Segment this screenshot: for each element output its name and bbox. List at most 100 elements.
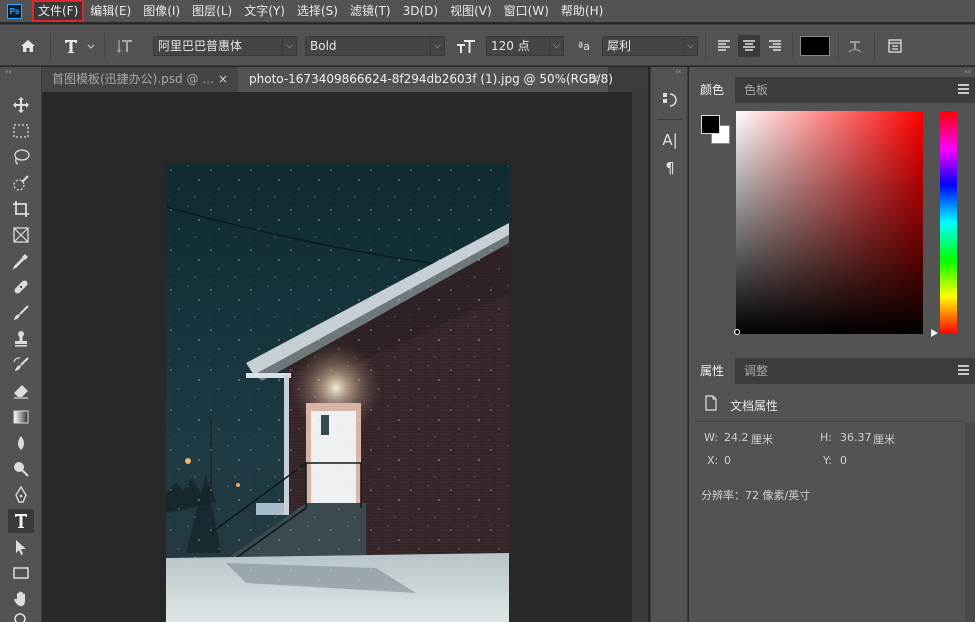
- menu-edit[interactable]: 编辑(E): [84, 0, 137, 22]
- type-tool-preset-icon[interactable]: [60, 35, 98, 57]
- move-tool-icon[interactable]: [8, 93, 34, 117]
- width-value[interactable]: 24.2: [724, 431, 749, 444]
- eraser-tool-icon[interactable]: [8, 379, 34, 403]
- align-right-icon[interactable]: [764, 35, 786, 57]
- align-center-icon[interactable]: [738, 35, 760, 57]
- foreground-color-swatch[interactable]: [701, 115, 720, 134]
- collapsed-panels: ‹‹ A| ¶: [650, 67, 688, 622]
- antialias-icon: ªa: [578, 39, 590, 53]
- hue-slider-handle[interactable]: [931, 329, 938, 337]
- height-unit: 厘米: [873, 433, 895, 446]
- character-panel-icon[interactable]: [884, 35, 906, 57]
- tab-color[interactable]: 颜色: [689, 77, 736, 103]
- brush-tool-icon[interactable]: [8, 301, 34, 325]
- menu-type[interactable]: 文字(Y): [238, 0, 291, 22]
- path-selection-tool-icon[interactable]: [8, 535, 34, 559]
- tab-label: 首图模板(迅捷办公).psd @ ...: [52, 72, 214, 86]
- tab-photo-jpg[interactable]: photo-1673409866624-8f294db2603f (1).jpg…: [238, 67, 613, 92]
- collapse-arrows-icon[interactable]: ‹‹: [675, 67, 681, 76]
- collapse-arrows-icon[interactable]: ››: [5, 67, 11, 76]
- gradient-tool-icon[interactable]: [8, 405, 34, 429]
- antialias-select[interactable]: 犀利 ⌵: [602, 36, 698, 56]
- rectangle-tool-icon[interactable]: [8, 561, 34, 585]
- collapse-arrows-icon[interactable]: ‹‹: [965, 67, 971, 76]
- properties-title: 文档属性: [730, 399, 779, 413]
- font-size-value: 120 点: [491, 39, 530, 53]
- blur-tool-icon[interactable]: [8, 431, 34, 455]
- tab-template-psd[interactable]: 首图模板(迅捷办公).psd @ ...: [42, 67, 238, 92]
- lasso-tool-icon[interactable]: [8, 145, 34, 169]
- color-panel-tabs: 颜色 色板: [689, 77, 975, 103]
- zoom-tool-icon[interactable]: [8, 611, 34, 622]
- chevron-down-icon: ⌵: [282, 37, 296, 55]
- resolution-text: 分辨率：72 像素/英寸: [701, 489, 811, 502]
- font-size-field[interactable]: 120 点 ⌵: [486, 36, 564, 56]
- canvas-area[interactable]: [42, 92, 632, 622]
- height-label: H:: [820, 431, 832, 444]
- antialias-value: 犀利: [607, 39, 632, 53]
- hue-slider[interactable]: [940, 111, 957, 334]
- hand-tool-icon[interactable]: [8, 587, 34, 611]
- menu-filter[interactable]: 滤镜(T): [344, 0, 397, 22]
- clone-stamp-tool-icon[interactable]: [8, 327, 34, 351]
- frame-tool-icon[interactable]: [8, 223, 34, 247]
- chevron-down-icon: ⌵: [683, 37, 697, 55]
- menu-3d[interactable]: 3D(D): [397, 0, 444, 22]
- tab-swatches[interactable]: 色板: [733, 77, 779, 103]
- menu-view[interactable]: 视图(V): [444, 0, 498, 22]
- tools-panel: ››: [0, 67, 42, 622]
- document-tabs: 首图模板(迅捷办公).psd @ ... × photo-16734098666…: [42, 67, 648, 92]
- text-orientation-icon[interactable]: [114, 35, 136, 57]
- history-panel-icon[interactable]: [660, 89, 680, 111]
- properties-scrollbar[interactable]: [965, 422, 975, 622]
- chevron-down-icon: ⌵: [549, 37, 563, 55]
- quick-select-tool-icon[interactable]: [8, 171, 34, 195]
- document-image[interactable]: [166, 163, 509, 622]
- font-family-value: 阿里巴巴普惠体: [158, 39, 243, 53]
- tab-close-icon[interactable]: ×: [218, 67, 228, 92]
- character-icon[interactable]: A|: [660, 129, 680, 151]
- menu-image[interactable]: 图像(I): [137, 0, 186, 22]
- warp-text-icon[interactable]: [844, 35, 866, 57]
- crop-tool-icon[interactable]: [8, 197, 34, 221]
- options-bar: 阿里巴巴普惠体 ⌵ Bold ⌵ 120 点 ⌵ ªa 犀利 ⌵: [0, 24, 975, 66]
- menu-file[interactable]: 文件(F): [32, 0, 85, 22]
- x-label: X:: [707, 454, 719, 467]
- y-label: Y:: [823, 454, 832, 467]
- properties-panel-tabs: 属性 调整: [689, 358, 975, 384]
- y-value[interactable]: 0: [840, 454, 847, 467]
- menu-select[interactable]: 选择(S): [291, 0, 344, 22]
- healing-brush-tool-icon[interactable]: [8, 275, 34, 299]
- color-picker-field[interactable]: [736, 111, 923, 334]
- photoshop-logo: Ps: [7, 3, 22, 19]
- height-value[interactable]: 36.37: [840, 431, 872, 444]
- history-brush-tool-icon[interactable]: [8, 353, 34, 377]
- vertical-scrollbar[interactable]: [632, 92, 648, 622]
- menu-window[interactable]: 窗口(W): [498, 0, 555, 22]
- home-icon[interactable]: [17, 35, 39, 57]
- paragraph-icon[interactable]: ¶: [660, 157, 680, 179]
- pen-tool-icon[interactable]: [8, 483, 34, 507]
- text-color-swatch[interactable]: [800, 36, 830, 56]
- dodge-tool-icon[interactable]: [8, 457, 34, 481]
- document-icon: [701, 393, 721, 413]
- marquee-tool-icon[interactable]: [8, 119, 34, 143]
- chevron-down-icon: ⌵: [430, 37, 444, 55]
- font-style-value: Bold: [310, 39, 337, 53]
- font-style-select[interactable]: Bold ⌵: [305, 36, 445, 56]
- type-tool-icon[interactable]: [8, 509, 34, 533]
- align-left-icon[interactable]: [713, 35, 735, 57]
- panel-menu-icon[interactable]: [958, 84, 969, 94]
- menu-help[interactable]: 帮助(H): [555, 0, 609, 22]
- tab-adjustments[interactable]: 调整: [733, 358, 779, 384]
- tab-properties[interactable]: 属性: [689, 358, 736, 384]
- x-value[interactable]: 0: [724, 454, 731, 467]
- tab-close-icon[interactable]: ×: [590, 67, 600, 92]
- eyedropper-tool-icon[interactable]: [8, 249, 34, 273]
- panel-menu-icon[interactable]: [958, 365, 969, 375]
- width-unit: 厘米: [751, 433, 773, 446]
- width-label: W:: [704, 431, 718, 444]
- font-family-select[interactable]: 阿里巴巴普惠体 ⌵: [153, 36, 297, 56]
- menu-layer[interactable]: 图层(L): [186, 0, 238, 22]
- picker-handle[interactable]: [734, 329, 740, 335]
